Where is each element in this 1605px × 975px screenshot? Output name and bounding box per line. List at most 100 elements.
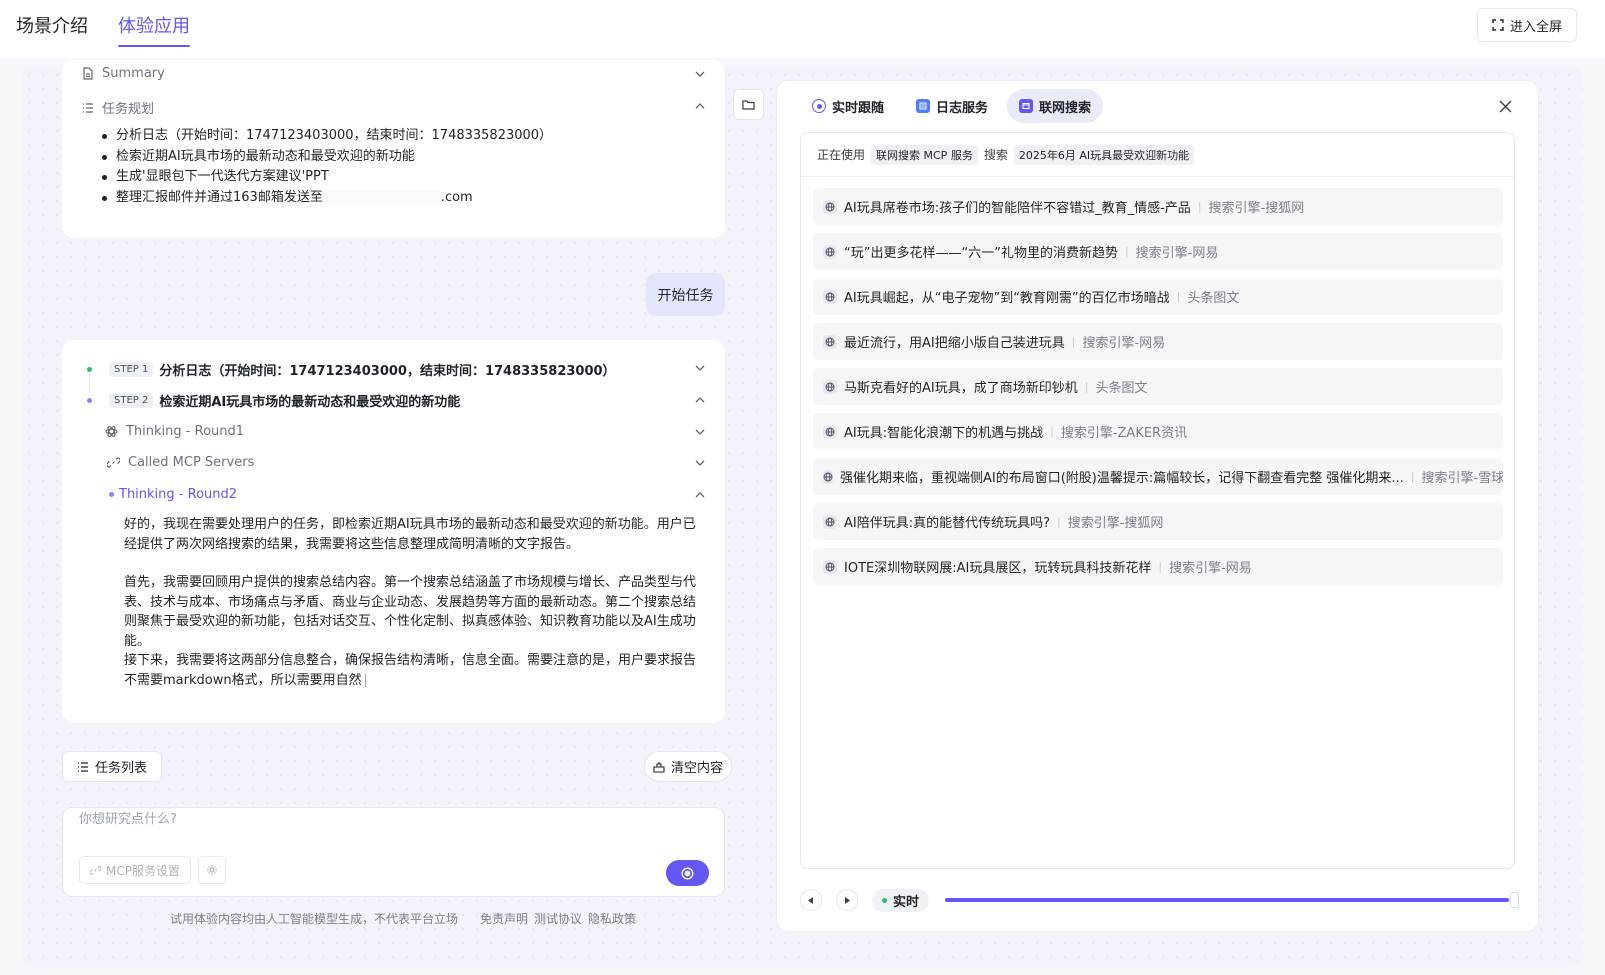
fullscreen-button[interactable]: 进入全屏	[1476, 8, 1577, 42]
gear-icon	[207, 865, 217, 875]
summary-row[interactable]: Summary	[82, 66, 165, 81]
chevron-down-icon[interactable]	[693, 456, 707, 470]
folder-icon	[742, 100, 755, 110]
fullscreen-icon	[1492, 19, 1504, 31]
active-dot	[109, 492, 114, 497]
globe-icon	[823, 244, 837, 259]
thinking-round1-label: Thinking - Round1	[126, 424, 245, 439]
log-service-icon	[916, 99, 930, 113]
chevron-down-icon[interactable]	[693, 361, 707, 375]
globe-icon	[823, 514, 837, 529]
plan-row[interactable]: 任务规划	[82, 98, 154, 117]
next-button[interactable]	[836, 889, 858, 911]
search-result-item[interactable]: 强催化期来临，重视端侧AI的布局窗口(附股)温馨提示:篇幅较长，记得下翻查看完整…	[813, 458, 1503, 495]
service-chip: 联网搜索 MCP 服务	[871, 144, 978, 165]
fullscreen-label: 进入全屏	[1509, 19, 1562, 35]
search-result-item[interactable]: “玩”出更多花样——“六一”礼物里的消费新趋势 | 搜索引擎-网易	[813, 233, 1503, 270]
send-button[interactable]	[666, 860, 709, 886]
result-source: 搜索引擎-网易	[1135, 246, 1219, 261]
thinking-paragraph: 首先，我需要回顾用户提供的搜索总结内容。第一个搜索总结涵盖了市场规模与增长、产品…	[124, 575, 697, 649]
caret-left-icon	[808, 896, 813, 904]
result-title: AI玩具崛起，从“电子宠物”到“教育刚需”的百亿市场暗战	[844, 291, 1170, 306]
tab-label: 联网搜索	[1039, 100, 1092, 116]
separator: |	[1084, 380, 1089, 393]
clear-content-button[interactable]: 清空内容	[644, 751, 733, 782]
search-result-item[interactable]: AI陪伴玩具:真的能替代传统玩具吗? | 搜索引擎-搜狐网	[813, 503, 1503, 540]
result-source: 头条图文	[1095, 381, 1148, 396]
result-title: 马斯克看好的AI玩具，成了商场新印钞机	[844, 381, 1078, 396]
footer-link-test-agreement[interactable]: 测试协议	[534, 910, 582, 927]
prev-button[interactable]	[800, 889, 822, 911]
top-bar: 场景介绍 体验应用 进入全屏	[0, 0, 1605, 58]
plan-list: 分析日志（开始时间：1747123403000，结束时间：17483358230…	[100, 126, 552, 208]
chevron-down-icon[interactable]	[693, 425, 707, 439]
settings-button[interactable]	[198, 856, 226, 884]
close-icon[interactable]	[1497, 98, 1513, 114]
chevron-down-icon[interactable]	[693, 67, 707, 81]
mcp-settings-button[interactable]: MCP服务设置	[79, 856, 191, 884]
footer-link-privacy[interactable]: 隐私政策	[588, 910, 636, 927]
summary-label: Summary	[102, 66, 165, 81]
search-result-item[interactable]: AI玩具:智能化浪潮下的机遇与挑战 | 搜索引擎-ZAKER资讯	[813, 413, 1503, 450]
step-badge: STEP 1	[109, 362, 154, 377]
thinking-round2-row[interactable]: Thinking - Round2	[109, 487, 237, 502]
task-list-icon	[83, 102, 93, 113]
chevron-up-icon[interactable]	[693, 393, 707, 407]
link-icon	[107, 457, 120, 468]
search-result-item[interactable]: 马斯克看好的AI玩具，成了商场新印钞机 | 头条图文	[813, 368, 1503, 405]
step-badge: STEP 2	[109, 393, 154, 408]
result-title: “玩”出更多花样——“六一”礼物里的消费新趋势	[844, 246, 1118, 261]
step-1-row[interactable]: STEP 1 分析日志（开始时间：1747123403000，结束时间：1748…	[87, 360, 616, 379]
tab-experience-app[interactable]: 体验应用	[118, 12, 190, 47]
email-suffix: .com	[440, 189, 473, 205]
redacted-email	[322, 190, 441, 204]
tab-web-search[interactable]: 联网搜索	[1007, 89, 1104, 123]
live-dot	[882, 898, 887, 903]
task-list-button[interactable]: 任务列表	[62, 751, 163, 782]
clear-content-label: 清空内容	[671, 761, 724, 776]
query-input-box[interactable]: 你想研究点什么? MCP服务设置	[62, 807, 725, 897]
step-connector	[89, 373, 90, 393]
step-status-dot	[87, 398, 92, 403]
live-label: 实时	[893, 895, 920, 910]
footer-link-disclaimer[interactable]: 免责声明	[480, 910, 528, 927]
search-result-item[interactable]: AI玩具崛起，从“电子宠物”到“教育刚需”的百亿市场暗战 | 头条图文	[813, 278, 1503, 315]
search-result-item[interactable]: AI玩具席卷市场:孩子们的智能陪伴不容错过_教育_情感-产品 | 搜索引擎-搜狐网	[813, 188, 1503, 225]
called-mcp-label: Called MCP Servers	[128, 455, 255, 470]
globe-icon	[823, 424, 837, 439]
result-source: 搜索引擎-搜狐网	[1208, 201, 1305, 216]
user-message-bubble: 开始任务	[646, 273, 725, 316]
result-source: 搜索引擎-网易	[1169, 561, 1252, 576]
thinking-round2-label: Thinking - Round2	[119, 487, 238, 502]
folder-button[interactable]	[733, 89, 764, 120]
chevron-up-icon[interactable]	[693, 488, 707, 502]
thinking-paragraph: 好的，我现在需要处理用户的任务，即检索近期AI玩具市场的最新动态和最受欢迎的新功…	[124, 517, 696, 552]
mcp-settings-label: MCP服务设置	[106, 863, 180, 878]
tab-label: 实时跟随	[832, 100, 885, 116]
tab-log-service[interactable]: 日志服务	[904, 89, 1000, 123]
timeline-track[interactable]	[945, 892, 1519, 908]
tab-scene-intro[interactable]: 场景介绍	[16, 12, 88, 38]
result-source: 搜索引擎-雪球	[1421, 471, 1504, 486]
task-list-icon	[78, 761, 88, 772]
link-icon	[90, 865, 101, 875]
called-mcp-row[interactable]: Called MCP Servers	[107, 455, 254, 470]
plan-item: 分析日志（开始时间：1747123403000，结束时间：17483358230…	[100, 126, 552, 147]
tab-label: 日志服务	[936, 100, 989, 116]
search-result-item[interactable]: IOTE深圳物联网展:AI玩具展区，玩转玩具科技新花样 | 搜索引擎-网易	[813, 548, 1503, 585]
search-label: 搜索	[983, 148, 1008, 162]
tab-live-follow[interactable]: 实时跟随	[800, 89, 896, 123]
thinking-round1-row[interactable]: Thinking - Round1	[105, 424, 244, 439]
chevron-up-icon[interactable]	[693, 99, 707, 113]
timeline-fill	[945, 898, 1510, 902]
atom-icon	[105, 426, 118, 437]
timeline-handle[interactable]	[1510, 892, 1519, 908]
search-result-item[interactable]: 最近流行，用AI把缩小版自己装进玩具 | 搜索引擎-网易	[813, 323, 1503, 360]
live-badge[interactable]: 实时	[872, 889, 930, 912]
separator: |	[1176, 290, 1181, 303]
result-title: AI玩具:智能化浪潮下的机遇与挑战	[844, 426, 1044, 441]
separator: |	[1124, 245, 1129, 258]
plan-item: 生成'显眼包下一代迭代方案建议'PPT	[100, 167, 552, 188]
step-2-row[interactable]: STEP 2 检索近期AI玩具市场的最新动态和最受欢迎的新功能	[87, 391, 460, 410]
query-input[interactable]: 你想研究点什么?	[79, 808, 177, 827]
